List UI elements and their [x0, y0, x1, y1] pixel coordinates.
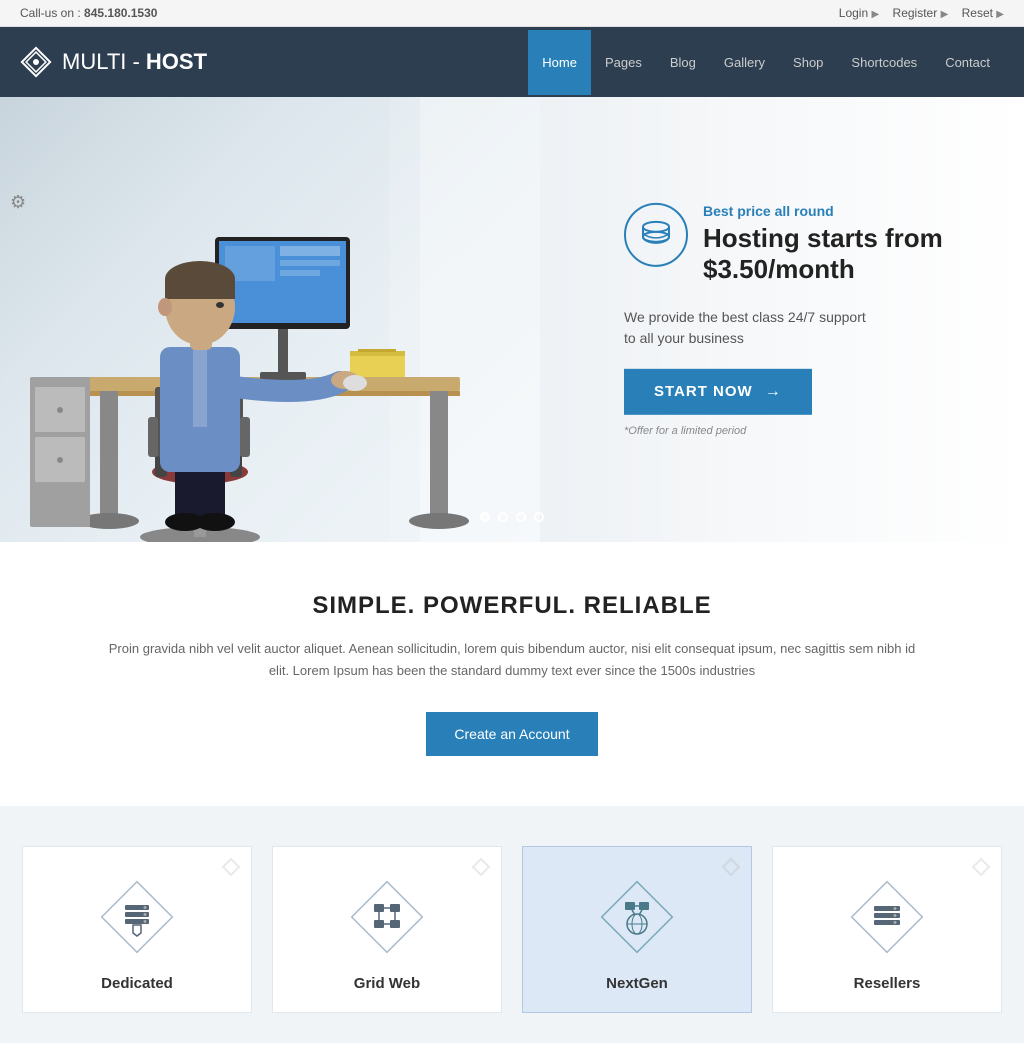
resellers-diamond-icon — [847, 877, 927, 957]
hero-section: ⚙ — [0, 97, 1024, 542]
nextgen-diamond-icon — [597, 877, 677, 957]
database-icon — [638, 216, 674, 252]
slider-dot-2[interactable] — [498, 512, 508, 522]
slider-dot-1[interactable] — [480, 512, 490, 522]
nav-item-shortcodes[interactable]: Shortcodes — [837, 30, 931, 95]
service-card-dedicated[interactable]: Dedicated — [22, 846, 252, 1013]
logo[interactable]: MULTI - HOST — [20, 46, 528, 78]
hero-title: Hosting starts from $3.50/month — [703, 222, 1004, 284]
slider-dot-4[interactable] — [534, 512, 544, 522]
hero-description: We provide the best class 24/7 supportto… — [624, 307, 1004, 349]
card-corner-icon — [971, 857, 991, 877]
nav-item-blog[interactable]: Blog — [656, 30, 710, 95]
dedicated-icon-wrapper — [97, 877, 177, 957]
create-account-button[interactable]: Create an Account — [426, 712, 597, 756]
nav-item-contact[interactable]: Contact — [931, 30, 1004, 95]
services-section: Dedicated Grid Web — [0, 806, 1024, 1043]
nav-item-pages[interactable]: Pages — [591, 30, 656, 95]
gridweb-diamond-icon — [347, 877, 427, 957]
logo-icon — [20, 46, 52, 78]
service-name-gridweb: Grid Web — [293, 975, 481, 992]
service-name-dedicated: Dedicated — [43, 975, 231, 992]
top-bar-links: Login ▶ Register ▶ Reset ▶ — [829, 6, 1004, 20]
nav-item-gallery[interactable]: Gallery — [710, 30, 779, 95]
services-grid: Dedicated Grid Web — [22, 846, 1002, 1013]
navbar: MULTI - HOST Home Pages Blog Gallery Sho… — [0, 27, 1024, 97]
hero-icon-row: Best price all round Hosting starts from… — [624, 202, 1004, 296]
database-icon-circle — [624, 202, 688, 266]
login-link[interactable]: Login ▶ — [839, 6, 879, 20]
resellers-icon-wrapper — [847, 877, 927, 957]
offer-text: *Offer for a limited period — [624, 425, 1004, 437]
top-bar: Call-us on : 845.180.1530 Login ▶ Regist… — [0, 0, 1024, 27]
middle-title: SIMPLE. POWERFUL. RELIABLE — [20, 592, 1004, 620]
service-name-nextgen: NextGen — [543, 975, 731, 992]
middle-section: SIMPLE. POWERFUL. RELIABLE Proin gravida… — [0, 542, 1024, 806]
service-name-resellers: Resellers — [793, 975, 981, 992]
hero-image: ⚙ — [0, 97, 540, 542]
gridweb-icon-wrapper — [347, 877, 427, 957]
nav-menu: Home Pages Blog Gallery Shop Shortcodes … — [528, 30, 1004, 95]
slider-dots — [480, 512, 544, 522]
person-at-desk — [0, 97, 540, 542]
dedicated-diamond-icon — [97, 877, 177, 957]
card-corner-icon — [471, 857, 491, 877]
card-corner-icon — [221, 857, 241, 877]
nextgen-icon-wrapper — [597, 877, 677, 957]
nav-item-home[interactable]: Home — [528, 30, 591, 95]
nav-item-shop[interactable]: Shop — [779, 30, 837, 95]
callus-text: Call-us on : 845.180.1530 — [20, 6, 157, 20]
office-background: ⚙ — [0, 97, 540, 542]
arrow-right-icon: → — [765, 383, 782, 401]
hero-tagline: Best price all round — [703, 202, 1004, 218]
register-link[interactable]: Register ▶ — [893, 6, 949, 20]
logo-text: MULTI - HOST — [62, 49, 207, 75]
middle-description: Proin gravida nibh vel velit auctor aliq… — [97, 638, 927, 682]
service-card-resellers[interactable]: Resellers — [772, 846, 1002, 1013]
service-card-nextgen[interactable]: NextGen — [522, 846, 752, 1013]
service-card-gridweb[interactable]: Grid Web — [272, 846, 502, 1013]
reset-link[interactable]: Reset ▶ — [962, 6, 1004, 20]
slider-dot-3[interactable] — [516, 512, 526, 522]
start-now-button[interactable]: START NOW → — [624, 369, 812, 415]
hero-text-group: Best price all round Hosting starts from… — [703, 202, 1004, 296]
hero-content: Best price all round Hosting starts from… — [624, 202, 1004, 436]
card-corner-icon — [721, 857, 741, 877]
